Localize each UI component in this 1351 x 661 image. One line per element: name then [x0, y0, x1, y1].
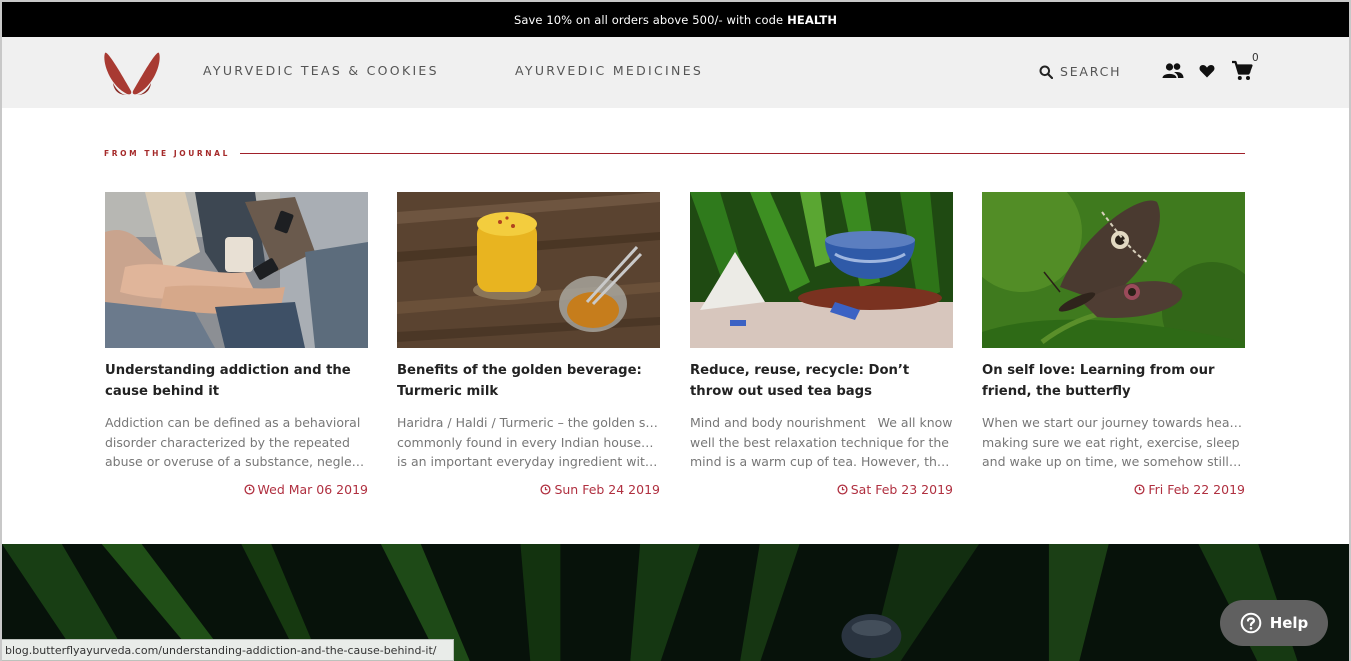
post-title[interactable]: On self love: Learning from our friend, … — [982, 360, 1245, 402]
heart-icon[interactable] — [1199, 64, 1215, 78]
excerpt-line: Haridra / Haldi / Turmeric – the golden … — [397, 415, 660, 430]
site-header: AYURVEDIC TEAS & COOKIES AYURVEDIC MEDIC… — [2, 37, 1349, 108]
journal-header: FROM THE JOURNAL — [104, 147, 1245, 159]
search-icon — [1039, 65, 1053, 79]
clock-icon — [243, 484, 255, 495]
help-button[interactable]: Help — [1220, 600, 1328, 646]
journal-post-card[interactable]: Understanding addiction and the cause be… — [105, 192, 368, 497]
nav-ayurvedic-teas-cookies[interactable]: AYURVEDIC TEAS & COOKIES — [203, 63, 439, 78]
clock-icon — [540, 484, 551, 495]
post-date: Wed Mar 06 2019 — [105, 482, 368, 497]
post-date: Fri Feb 22 2019 — [982, 482, 1245, 497]
post-image-tea-bags[interactable] — [690, 192, 953, 348]
excerpt-line: and wake up on time, we somehow still fe… — [982, 454, 1245, 469]
journal-divider — [239, 152, 1245, 154]
excerpt-line: abuse or overuse of a substance, neglect… — [105, 454, 368, 469]
excerpt-line: disorder characterized by the repeated — [105, 434, 350, 450]
post-image-turmeric-milk[interactable] — [397, 192, 660, 348]
nav-ayurvedic-medicines[interactable]: AYURVEDIC MEDICINES — [515, 63, 703, 78]
excerpt-line: Addiction can be defined as a behavioral — [105, 415, 361, 430]
excerpt-line: When we start our journey towards health… — [982, 415, 1245, 430]
post-excerpt: Haridra / Haldi / Turmeric – the golden … — [397, 413, 660, 472]
clock-icon — [1134, 484, 1145, 495]
post-title[interactable]: Understanding addiction and the cause be… — [105, 360, 368, 402]
search-label: SEARCH — [1060, 64, 1122, 79]
promo-text: Save 10% on all orders above 500/- with … — [513, 12, 784, 27]
post-date-text: Fri Feb 22 2019 — [1148, 482, 1245, 497]
excerpt-line: making sure we eat right, exercise, slee… — [982, 434, 1240, 450]
post-date-text: Wed Mar 06 2019 — [257, 482, 368, 497]
journal-post-card[interactable]: Reduce, reuse, recycle: Don’t throw out … — [690, 192, 953, 497]
excerpt-line: is an important everyday ingredient with… — [397, 454, 660, 469]
post-date-text: Sat Feb 23 2019 — [850, 482, 953, 497]
excerpt-line: commonly found in every Indian household — [397, 434, 660, 450]
post-date: Sun Feb 24 2019 — [397, 482, 660, 497]
journal-post-card[interactable]: On self love: Learning from our friend, … — [982, 192, 1245, 497]
post-date-text: Sun Feb 24 2019 — [554, 482, 660, 497]
journal-label: FROM THE JOURNAL — [104, 148, 230, 158]
post-image-people-phones[interactable] — [105, 192, 368, 348]
search-button[interactable]: SEARCH — [1039, 64, 1121, 79]
promo-code: HEALTH — [787, 12, 838, 27]
post-title[interactable]: Benefits of the golden beverage: Turmeri… — [397, 360, 660, 402]
status-bar-url: blog.butterflyayurveda.com/understanding… — [2, 639, 454, 661]
post-title[interactable]: Reduce, reuse, recycle: Don’t throw out … — [690, 360, 953, 402]
excerpt-line: well the best relaxation technique for t… — [690, 434, 949, 450]
butterfly-logo[interactable] — [103, 47, 161, 97]
excerpt-line: mind is a warm cup of tea. However, the… — [690, 454, 953, 469]
promo-banner: Save 10% on all orders above 500/- with … — [2, 2, 1349, 37]
users-icon[interactable] — [1162, 62, 1184, 80]
post-date: Sat Feb 23 2019 — [690, 482, 953, 497]
post-excerpt: Addiction can be defined as a behavioral… — [105, 413, 368, 472]
cart-count-badge: 0 — [1252, 52, 1259, 64]
page-frame: Save 10% on all orders above 500/- with … — [0, 0, 1351, 661]
excerpt-line: Mind and body nourishment We all know — [690, 415, 953, 430]
journal-post-card[interactable]: Benefits of the golden beverage: Turmeri… — [397, 192, 660, 497]
post-excerpt: Mind and body nourishment We all know we… — [690, 413, 953, 472]
clock-icon — [837, 484, 848, 495]
cart-icon[interactable] — [1231, 60, 1253, 82]
question-circle-icon — [1240, 612, 1261, 634]
post-excerpt: When we start our journey towards health… — [982, 413, 1245, 472]
post-image-butterfly[interactable] — [982, 192, 1245, 348]
help-label: Help — [1269, 614, 1309, 632]
